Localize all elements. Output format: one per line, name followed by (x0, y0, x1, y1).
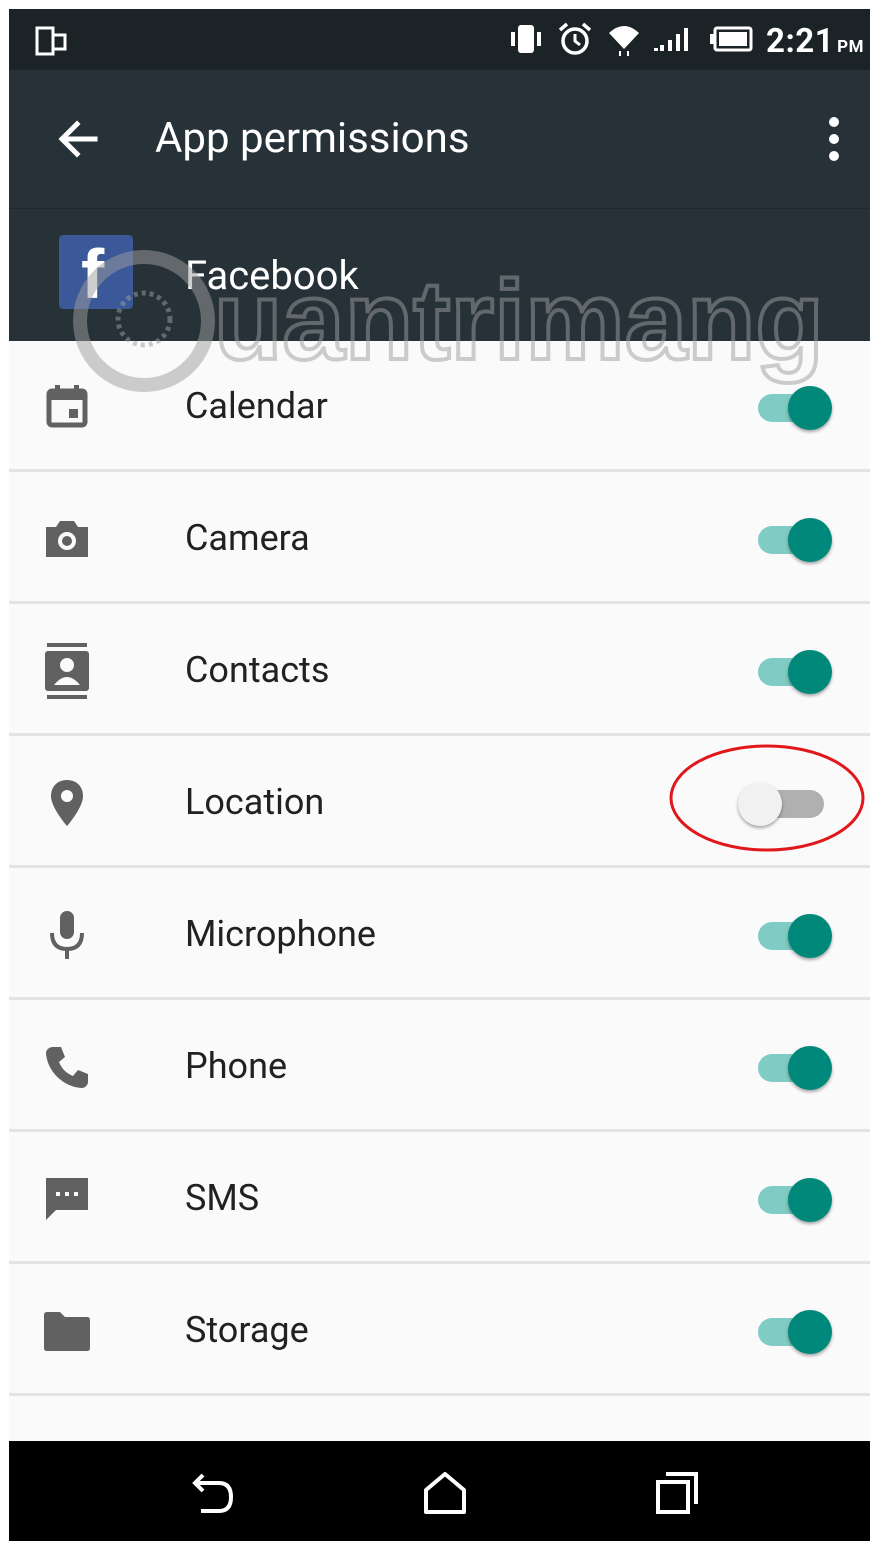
alarm-icon (556, 21, 594, 61)
permission-row[interactable]: Camera (9, 472, 870, 604)
status-bar: 2:21 PM (9, 9, 870, 70)
screen-mirror-icon (35, 26, 69, 60)
permission-label: Microphone (185, 913, 376, 955)
permission-label: Location (185, 781, 325, 823)
location-icon (39, 779, 95, 827)
camera-icon (39, 515, 95, 563)
permission-row[interactable]: Storage (9, 1264, 870, 1396)
vibrate-icon (508, 22, 544, 60)
contacts-icon (39, 643, 95, 699)
battery-icon (710, 25, 754, 57)
permission-row[interactable]: Calendar (9, 340, 870, 472)
facebook-logo-icon: f (59, 235, 133, 309)
permission-row[interactable]: Phone (9, 1000, 870, 1132)
permission-toggle[interactable] (754, 1310, 840, 1354)
navigation-bar (9, 1441, 870, 1541)
phone-icon (39, 1043, 95, 1091)
permission-label: Calendar (185, 385, 328, 427)
sms-icon (39, 1175, 95, 1223)
storage-icon (39, 1307, 95, 1355)
permission-label: SMS (185, 1177, 260, 1219)
permission-label: Storage (185, 1309, 309, 1351)
more-options-icon[interactable] (826, 114, 842, 168)
wifi-icon (606, 21, 642, 61)
page-title: App permissions (155, 114, 470, 163)
permissions-list: Calendar Camera Contacts Location Microp… (9, 340, 870, 1396)
permission-toggle[interactable] (754, 1178, 840, 1222)
permission-label: Contacts (185, 649, 330, 691)
app-header: f Facebook (9, 208, 870, 341)
permission-toggle[interactable] (754, 650, 840, 694)
highlight-circle (669, 744, 865, 852)
permission-row[interactable]: Microphone (9, 868, 870, 1000)
permission-toggle[interactable] (754, 386, 840, 430)
back-nav-icon[interactable] (183, 1467, 243, 1519)
permission-toggle[interactable] (754, 914, 840, 958)
status-time: 2:21 PM (766, 21, 864, 61)
signal-icon (654, 23, 698, 59)
status-icons: 2:21 PM (508, 21, 864, 61)
home-nav-icon[interactable] (415, 1467, 475, 1519)
screen: 2:21 PM App permissions f Facebook Calend… (9, 9, 870, 1541)
app-name: Facebook (185, 252, 359, 299)
calendar-icon (39, 383, 95, 431)
permission-toggle[interactable] (754, 518, 840, 562)
permission-label: Phone (185, 1045, 288, 1087)
permission-row[interactable]: Contacts (9, 604, 870, 736)
permission-row[interactable]: SMS (9, 1132, 870, 1264)
permission-toggle[interactable] (754, 1046, 840, 1090)
recent-apps-icon[interactable] (647, 1467, 707, 1519)
back-arrow-icon[interactable] (53, 114, 103, 168)
microphone-icon (39, 911, 95, 959)
permission-label: Camera (185, 517, 310, 559)
toolbar: App permissions (9, 70, 870, 208)
